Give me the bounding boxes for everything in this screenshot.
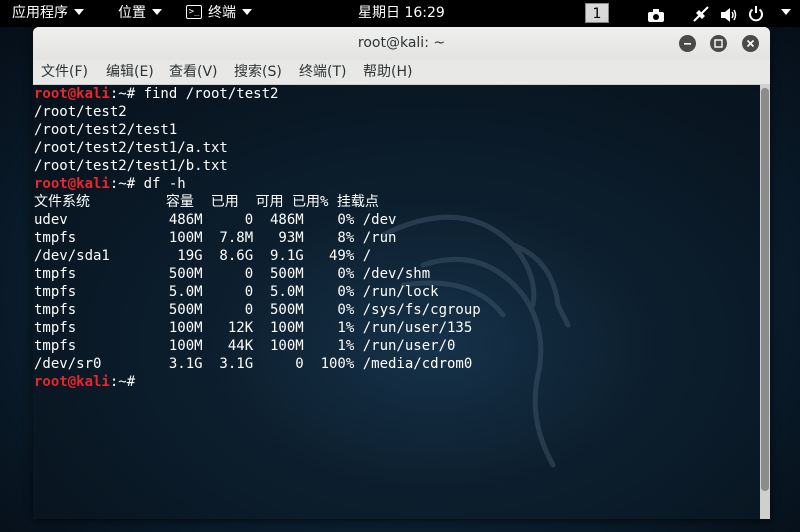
terminal-area[interactable]: root@kali:~# find /root/test2/root/test2… xyxy=(33,85,760,519)
output-text: tmpfs 500M 0 500M 0% /dev/shm xyxy=(34,266,431,282)
chevron-down-icon xyxy=(242,8,252,15)
output-text: /root/test2/test1/b.txt xyxy=(34,158,228,174)
menu-view[interactable]: 查看(V) xyxy=(169,60,218,84)
system-menu-toggle[interactable] xyxy=(775,0,791,27)
terminal-window: root@kali: ~ 文件(F) 编辑(E) 查看(V) 搜索(S) 终端(… xyxy=(33,27,770,519)
menu-file[interactable]: 文件(F) xyxy=(41,60,88,84)
output-text: udev 486M 0 486M 0% /dev xyxy=(34,212,397,228)
terminal-line: root@kali:~# df -h xyxy=(34,175,481,193)
terminal-line: 文件系统 容量 已用 可用 已用% 挂载点 xyxy=(34,193,481,211)
scrollbar-thumb[interactable] xyxy=(761,88,769,491)
window-titlebar[interactable]: root@kali: ~ xyxy=(33,27,770,60)
output-text: tmpfs 100M 7.8M 93M 8% /run xyxy=(34,230,397,246)
chevron-down-icon xyxy=(74,8,84,15)
terminal-line: tmpfs 5.0M 0 5.0M 0% /run/lock xyxy=(34,283,481,301)
terminal-app-label: 终端 xyxy=(208,5,236,21)
close-button[interactable] xyxy=(742,35,759,52)
workspace-indicator[interactable]: 1 xyxy=(585,3,609,23)
terminal-line: udev 486M 0 486M 0% /dev xyxy=(34,211,481,229)
camera-icon[interactable] xyxy=(647,6,665,22)
volume-icon[interactable] xyxy=(720,6,738,22)
terminal-line: tmpfs 100M 12K 100M 1% /run/user/135 xyxy=(34,319,481,337)
output-text: /root/test2 xyxy=(34,104,127,120)
places-menu[interactable]: 位置 xyxy=(118,0,162,27)
maximize-button[interactable] xyxy=(710,35,727,52)
terminal-icon: >_ xyxy=(186,4,202,19)
prompt-user: root@kali xyxy=(34,86,110,102)
clock[interactable]: 星期日 16:29 xyxy=(358,0,445,27)
terminal-line: tmpfs 100M 44K 100M 1% /run/user/0 xyxy=(34,337,481,355)
terminal-line: tmpfs 500M 0 500M 0% /dev/shm xyxy=(34,265,481,283)
prompt-path: :~# xyxy=(109,86,144,102)
chevron-down-icon xyxy=(781,8,791,15)
applications-menu[interactable]: 应用程序 xyxy=(12,0,84,27)
command-text: df -h xyxy=(143,176,186,192)
terminal-line: tmpfs 100M 7.8M 93M 8% /run xyxy=(34,229,481,247)
terminal-line: /root/test2/test1/b.txt xyxy=(34,157,481,175)
terminal-line: root@kali:~# find /root/test2 xyxy=(34,85,481,103)
terminal-line: /root/test2/test1 xyxy=(34,121,481,139)
scrollbar[interactable] xyxy=(760,85,770,519)
output-text: /dev/sr0 3.1G 3.1G 0 100% /media/cdrom0 xyxy=(34,356,473,372)
network-icon[interactable] xyxy=(692,5,710,23)
terminal-line: /root/test2 xyxy=(34,103,481,121)
power-icon[interactable] xyxy=(748,5,764,23)
prompt-path: :~# xyxy=(109,176,144,192)
output-text: tmpfs 100M 12K 100M 1% /run/user/135 xyxy=(34,320,473,336)
output-text: /dev/sda1 19G 8.6G 9.1G 49% / xyxy=(34,248,372,264)
chevron-down-icon xyxy=(152,8,162,15)
window-title: root@kali: ~ xyxy=(357,35,446,51)
terminal-output: root@kali:~# find /root/test2/root/test2… xyxy=(34,85,481,391)
top-panel: 应用程序 位置 >_ 终端 星期日 16:29 1 xyxy=(0,0,800,27)
terminal-app-menu[interactable]: >_ 终端 xyxy=(186,0,252,27)
output-text: tmpfs 500M 0 500M 0% /sys/fs/cgroup xyxy=(34,302,481,318)
terminal-line: /dev/sda1 19G 8.6G 9.1G 49% / xyxy=(34,247,481,265)
output-text: /root/test2/test1 xyxy=(34,122,178,138)
applications-label: 应用程序 xyxy=(12,5,68,21)
prompt-user: root@kali xyxy=(34,176,110,192)
prompt-user: root@kali xyxy=(34,374,110,390)
menu-edit[interactable]: 编辑(E) xyxy=(106,60,154,84)
terminal-line: /dev/sr0 3.1G 3.1G 0 100% /media/cdrom0 xyxy=(34,355,481,373)
terminal-line: tmpfs 500M 0 500M 0% /sys/fs/cgroup xyxy=(34,301,481,319)
output-text: tmpfs 100M 44K 100M 1% /run/user/0 xyxy=(34,338,456,354)
terminal-line: /root/test2/test1/a.txt xyxy=(34,139,481,157)
output-text: 文件系统 容量 已用 可用 已用% 挂载点 xyxy=(34,194,379,210)
places-label: 位置 xyxy=(118,5,146,21)
output-text: tmpfs 5.0M 0 5.0M 0% /run/lock xyxy=(34,284,439,300)
menu-search[interactable]: 搜索(S) xyxy=(234,60,282,84)
command-text: find /root/test2 xyxy=(143,86,279,102)
menu-terminal[interactable]: 终端(T) xyxy=(299,60,346,84)
terminal-line: root@kali:~# xyxy=(34,373,481,391)
output-text: /root/test2/test1/a.txt xyxy=(34,140,228,156)
prompt-path: :~# xyxy=(109,374,144,390)
menu-help[interactable]: 帮助(H) xyxy=(363,60,412,84)
minimize-button[interactable] xyxy=(679,35,696,52)
menu-bar: 文件(F) 编辑(E) 查看(V) 搜索(S) 终端(T) 帮助(H) xyxy=(33,60,770,85)
